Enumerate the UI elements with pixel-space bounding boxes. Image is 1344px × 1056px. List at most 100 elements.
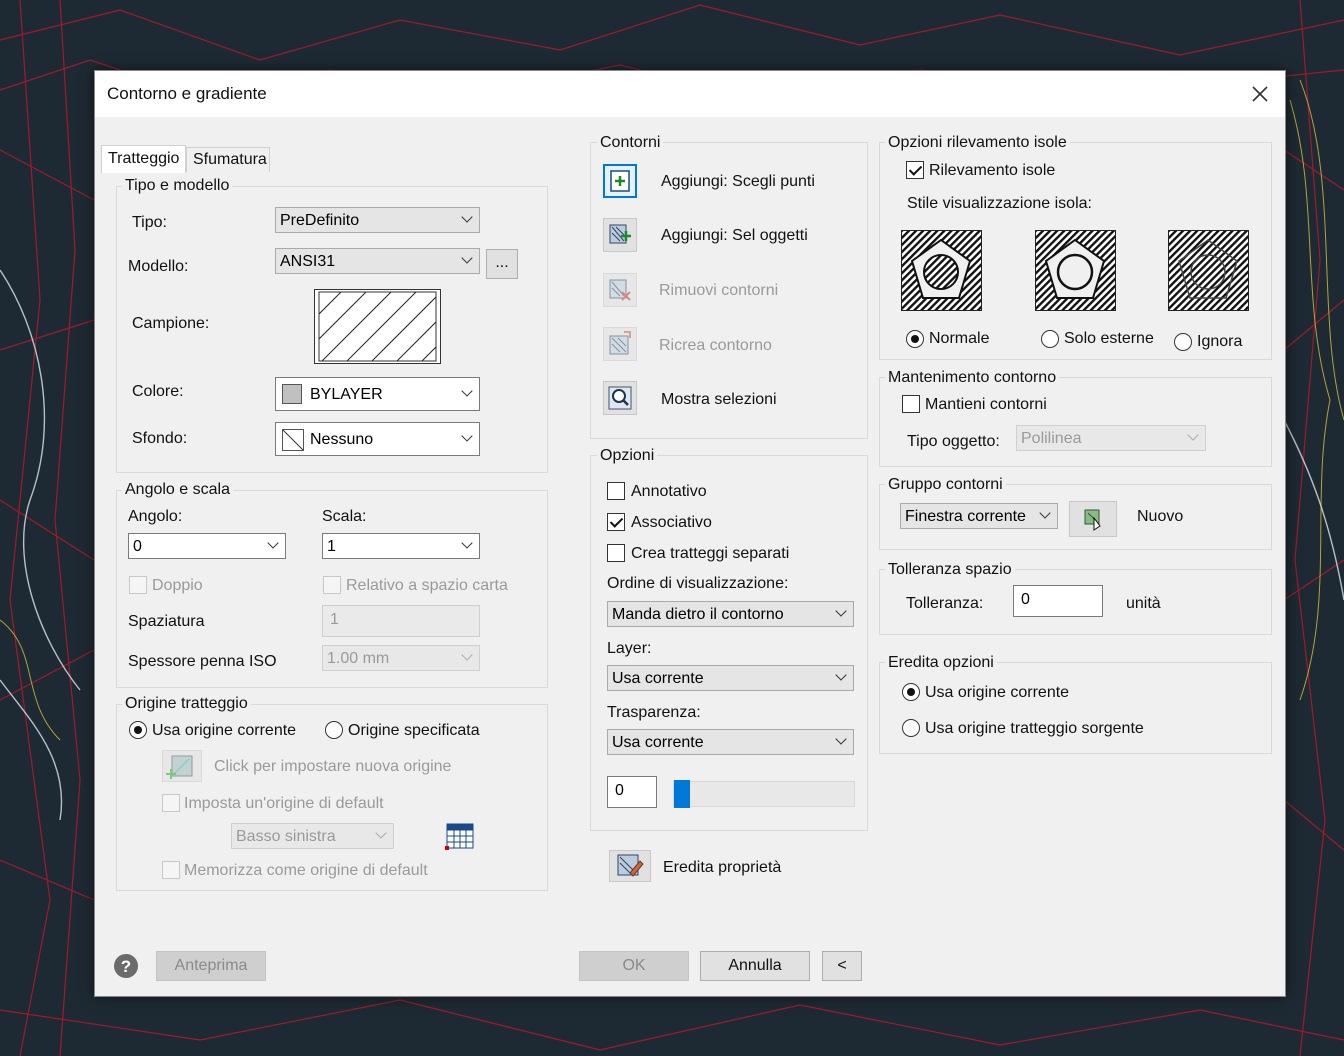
eredita-origine-sorgente-label: Usa origine tratteggio sorgente — [925, 720, 1144, 737]
tipo-oggetto-label: Tipo oggetto: — [907, 433, 1000, 450]
slider-thumb[interactable] — [674, 780, 690, 808]
tab-sfumatura[interactable]: Sfumatura — [186, 147, 270, 172]
anteprima-button[interactable]: Anteprima — [156, 951, 266, 981]
usa-origine-corrente-radio[interactable] — [129, 721, 147, 739]
mostra-selezioni-button[interactable] — [603, 381, 637, 415]
origin-position-icon — [445, 823, 474, 850]
island-normal-preview[interactable] — [901, 230, 982, 311]
memorizza-default-checkbox[interactable] — [162, 861, 180, 879]
tolleranza-input[interactable]: 0 — [1013, 585, 1103, 617]
annulla-button[interactable]: Annulla — [700, 951, 810, 981]
mantieni-contorni-checkbox[interactable] — [902, 395, 920, 413]
tipo-dropdown[interactable]: PreDefinito — [275, 207, 480, 233]
click-origine-label: Click per impostare nuova origine — [214, 758, 452, 775]
usa-origine-corrente-label: Usa origine corrente — [152, 722, 297, 739]
ok-button[interactable]: OK — [579, 951, 689, 981]
tolleranza-unit: unità — [1126, 595, 1161, 612]
gruppo-contorni-dropdown[interactable]: Finestra corrente — [900, 503, 1058, 529]
posizione-value: Basso sinistra — [236, 828, 336, 845]
normale-radio[interactable] — [906, 330, 924, 348]
svg-text:?: ? — [121, 957, 131, 976]
angolo-dropdown[interactable]: 0 — [128, 533, 286, 559]
imposta-default-checkbox[interactable] — [162, 794, 180, 812]
doppio-label: Doppio — [152, 577, 203, 594]
origine-specificata-radio[interactable] — [325, 721, 343, 739]
angolo-value: 0 — [133, 538, 142, 555]
group-label: Eredita opzioni — [885, 654, 997, 672]
gruppo-contorni-value: Finestra corrente — [905, 508, 1026, 525]
group-eredita-opzioni — [879, 662, 1272, 754]
rimuovi-label: Rimuovi contorni — [659, 282, 779, 299]
new-boundary-set-icon — [1084, 509, 1101, 531]
tratteggi-separati-checkbox[interactable] — [607, 544, 625, 562]
doppio-checkbox[interactable] — [129, 576, 147, 594]
modello-dropdown[interactable]: ANSI31 — [275, 248, 480, 274]
hatch-gradient-dialog: Contorno e gradiente Tratteggio Sfumatur… — [94, 70, 1286, 997]
island-ignore-preview[interactable] — [1168, 230, 1249, 311]
normale-label: Normale — [929, 330, 990, 347]
relativo-checkbox[interactable] — [323, 576, 341, 594]
eredita-origine-corrente-radio[interactable] — [902, 683, 920, 701]
trasparenza-dropdown[interactable]: Usa corrente — [607, 729, 854, 755]
scala-label: Scala: — [322, 508, 367, 525]
tab-label: Sfumatura — [193, 151, 267, 168]
tab-tratteggio[interactable]: Tratteggio — [101, 145, 186, 173]
island-outer-preview[interactable] — [1035, 230, 1116, 311]
trasparenza-amount-input[interactable]: 0 — [607, 776, 657, 808]
annotativo-checkbox[interactable] — [607, 482, 625, 500]
tipo-oggetto-dropdown[interactable]: Polilinea — [1016, 425, 1206, 451]
colore-dropdown[interactable]: BYLAYER — [275, 377, 480, 411]
nuovo-label: Nuovo — [1137, 508, 1184, 525]
tolleranza-value: 0 — [1021, 591, 1030, 608]
help-icon[interactable]: ? — [113, 953, 139, 979]
set-origin-button[interactable] — [162, 750, 202, 782]
remove-boundaries-icon — [609, 279, 631, 301]
color-swatch — [282, 384, 302, 404]
tipo-label: Tipo: — [132, 214, 167, 231]
close-icon[interactable] — [1247, 81, 1273, 107]
collapse-button[interactable]: < — [822, 951, 862, 981]
group-label: Origine tratteggio — [122, 695, 251, 713]
stile-visualizzazione-label: Stile visualizzazione isola: — [907, 195, 1092, 212]
nuovo-gruppo-button[interactable] — [1069, 501, 1117, 537]
posizione-origine-dropdown[interactable]: Basso sinistra — [231, 823, 394, 849]
sfondo-dropdown[interactable]: Nessuno — [275, 422, 480, 456]
layer-label: Layer: — [607, 640, 652, 657]
eredita-proprieta-button[interactable] — [609, 850, 651, 882]
aggiungi-scegli-punti-button[interactable] — [603, 164, 637, 198]
eredita-origine-sorgente-radio[interactable] — [902, 719, 920, 737]
scala-value: 1 — [327, 538, 336, 555]
group-label: Opzioni — [597, 447, 658, 465]
associativo-checkbox[interactable] — [607, 513, 625, 531]
rimuovi-contorni-button[interactable] — [603, 273, 637, 307]
scala-dropdown[interactable]: 1 — [322, 533, 480, 559]
mostra-label[interactable]: Mostra selezioni — [661, 391, 777, 409]
chevron-down-icon — [461, 211, 473, 223]
scegli-punti-label[interactable]: Aggiungi: Scegli punti — [661, 173, 815, 191]
spaziatura-input[interactable]: 1 — [322, 605, 480, 637]
aggiungi-sel-oggetti-button[interactable] — [603, 218, 637, 252]
group-label: Opzioni rilevamento isole — [885, 134, 1070, 152]
solo-esterne-radio[interactable] — [1041, 330, 1059, 348]
modello-label: Modello: — [128, 258, 189, 275]
ricrea-contorno-button[interactable] — [603, 327, 637, 361]
ordine-dropdown[interactable]: Manda dietro il contorno — [607, 601, 854, 627]
hatch-sample-preview[interactable] — [314, 289, 441, 364]
chevron-down-icon — [835, 605, 847, 617]
group-label: Mantenimento contorno — [885, 369, 1060, 387]
layer-value: Usa corrente — [612, 670, 704, 687]
ignora-radio[interactable] — [1174, 333, 1192, 351]
rilevamento-isole-checkbox[interactable] — [906, 161, 924, 179]
layer-dropdown[interactable]: Usa corrente — [607, 665, 854, 691]
group-label: Tipo e modello — [122, 177, 233, 195]
tipo-oggetto-value: Polilinea — [1021, 430, 1082, 447]
trasparenza-slider[interactable] — [673, 780, 855, 808]
solo-esterne-label: Solo esterne — [1064, 330, 1154, 347]
browse-pattern-button[interactable]: ... — [486, 249, 518, 279]
trasparenza-label: Trasparenza: — [607, 704, 701, 721]
eredita-origine-corrente-label: Usa origine corrente — [925, 684, 1070, 701]
spaziatura-label: Spaziatura — [128, 613, 205, 630]
eredita-proprieta-label[interactable]: Eredita proprietà — [663, 859, 781, 877]
spessore-dropdown[interactable]: 1.00 mm — [322, 645, 480, 671]
sel-oggetti-label[interactable]: Aggiungi: Sel oggetti — [661, 227, 808, 245]
